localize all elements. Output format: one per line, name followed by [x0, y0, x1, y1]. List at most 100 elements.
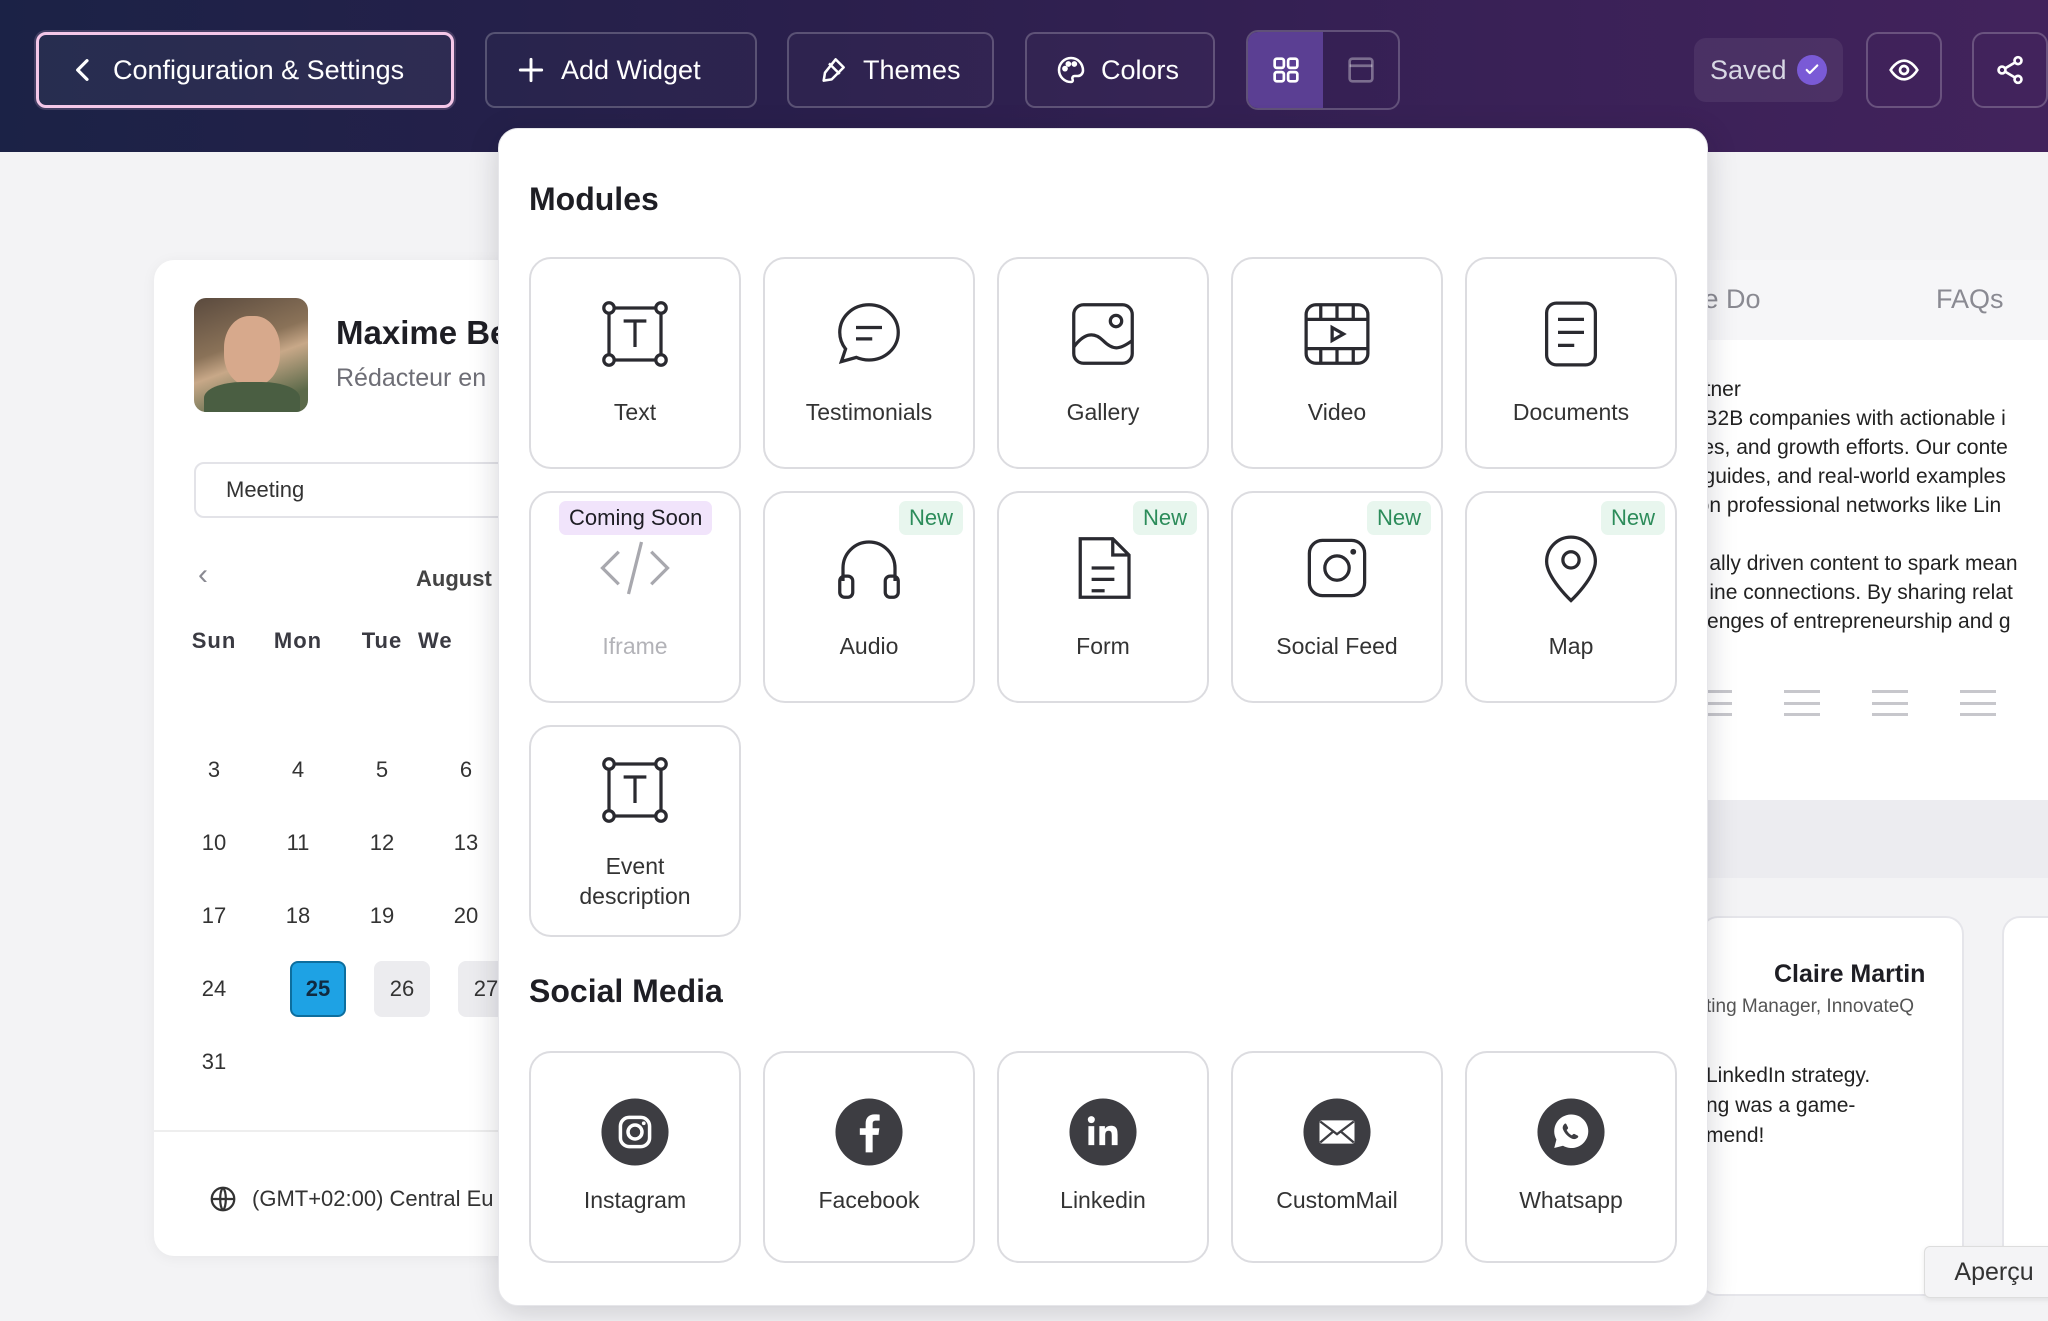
preview-button[interactable] [1866, 32, 1942, 108]
linkedin-icon [1069, 1098, 1137, 1166]
testimonial-card [2002, 916, 2048, 1296]
brush-icon [822, 58, 845, 82]
chat-bubble-icon [838, 303, 900, 365]
instagram-outline-icon [1307, 538, 1367, 598]
film-icon [1304, 303, 1370, 365]
content-line: g B2B companies with actionable i [1686, 407, 2006, 430]
align-justify-icon[interactable] [1960, 690, 1996, 716]
form-icon [1078, 537, 1131, 599]
text-box-icon [602, 757, 668, 823]
facebook-icon [835, 1098, 903, 1166]
content-line: t on professional networks like Lin [1686, 494, 2002, 517]
module-form[interactable]: New Form [997, 491, 1209, 703]
content-card: /e Do FAQs artner g B2B companies with a… [1686, 260, 2048, 800]
module-testimonials[interactable]: Testimonials [763, 257, 975, 469]
calendar-day: 20 [453, 903, 479, 928]
configuration-settings-button[interactable]: Configuration & Settings [36, 32, 454, 108]
social-label: Instagram [583, 1187, 687, 1213]
calendar-day: 4 [291, 757, 305, 782]
palette-icon [1057, 56, 1085, 84]
testimonial-name: Claire Martin [1774, 960, 1926, 988]
module-map[interactable]: New Map [1465, 491, 1677, 703]
add-widget-panel: Modules Text Testimonials Gallery Video … [498, 128, 1708, 1306]
module-label: Map [1548, 633, 1594, 659]
social-label: Facebook [818, 1187, 920, 1213]
social-media-title: Social Media [529, 973, 723, 1009]
calendar-day-available[interactable]: 26 [374, 961, 430, 1017]
content-line: nuine connections. By sharing relat [1686, 581, 2013, 604]
module-documents[interactable]: Documents [1465, 257, 1677, 469]
module-label: Documents [1512, 399, 1630, 425]
mail-icon [1303, 1098, 1371, 1166]
module-label: Video [1307, 399, 1367, 425]
plus-icon [518, 57, 544, 83]
grid-view-button[interactable] [1248, 32, 1323, 108]
eye-icon [1889, 59, 1919, 81]
profile-role: Rédacteur en [336, 364, 487, 392]
align-right-icon[interactable] [1872, 690, 1908, 716]
testimonial-quote-line: LinkedIn strategy. [1706, 1064, 1871, 1087]
layout-icon [1347, 57, 1374, 83]
social-facebook[interactable]: Facebook [763, 1051, 975, 1263]
calendar-day: 18 [285, 903, 311, 928]
saved-label: Saved [1710, 54, 1787, 85]
text-align-toolbar [1686, 690, 2048, 740]
module-audio[interactable]: New Audio [763, 491, 975, 703]
check-icon [1796, 55, 1827, 85]
saved-status: Saved [1694, 38, 1843, 102]
module-label: Audio [839, 633, 899, 659]
apercu-button[interactable]: Aperçu [1924, 1246, 2048, 1298]
timezone-label: (GMT+02:00) Central Eu [252, 1186, 494, 1211]
view-toggle [1246, 30, 1400, 110]
content-line: allenges of entrepreneurship and g [1686, 610, 2011, 633]
social-whatsapp[interactable]: Whatsapp [1465, 1051, 1677, 1263]
add-widget-button[interactable]: Add Widget [485, 32, 757, 108]
module-event-description[interactable]: Event description [529, 725, 741, 937]
weekday-wed: We [418, 628, 453, 653]
social-label: CustomMail [1276, 1187, 1398, 1213]
share-button[interactable] [1972, 32, 2048, 108]
themes-label: Themes [863, 54, 961, 85]
social-custommail[interactable]: CustomMail [1231, 1051, 1443, 1263]
calendar-day: 6 [459, 757, 473, 782]
calendar-day-selected[interactable]: 25 [290, 961, 346, 1017]
meeting-type-value: Meeting [226, 477, 305, 502]
calendar-day: 12 [369, 830, 395, 855]
calendar-day: 13 [453, 830, 479, 855]
colors-button[interactable]: Colors [1025, 32, 1215, 108]
configuration-settings-label: Configuration & Settings [113, 54, 405, 85]
module-social-feed[interactable]: New Social Feed [1231, 491, 1443, 703]
timezone-selector[interactable]: (GMT+02:00) Central Eu [208, 1184, 493, 1214]
calendar-day: 31 [201, 1049, 227, 1074]
testimonial-quote-line: mend! [1706, 1124, 1765, 1147]
previous-month-chevron-icon[interactable]: ‹ [198, 558, 208, 592]
social-label: Whatsapp [1519, 1187, 1623, 1213]
add-widget-label: Add Widget [561, 54, 701, 85]
module-label: Iframe [602, 633, 668, 659]
document-icon [1545, 301, 1597, 367]
calendar-day: 10 [201, 830, 227, 855]
module-label: Text [613, 399, 657, 425]
module-label: Social Feed [1276, 633, 1398, 659]
themes-button[interactable]: Themes [787, 32, 994, 108]
module-text[interactable]: Text [529, 257, 741, 469]
tab-faqs[interactable]: FAQs [1936, 284, 2004, 315]
code-icon [600, 541, 670, 595]
module-video[interactable]: Video [1231, 257, 1443, 469]
align-center-icon[interactable] [1784, 690, 1820, 716]
list-view-button[interactable] [1323, 32, 1398, 108]
calendar-day: 5 [375, 757, 389, 782]
module-label: Form [1076, 633, 1130, 659]
social-linkedin[interactable]: Linkedin [997, 1051, 1209, 1263]
share-icon [1997, 55, 2023, 85]
map-pin-icon [1544, 535, 1598, 603]
social-instagram[interactable]: Instagram [529, 1051, 741, 1263]
globe-icon [210, 1186, 236, 1212]
calendar-day: 11 [286, 830, 310, 855]
calendar-day: 3 [207, 757, 221, 782]
instagram-icon [601, 1098, 669, 1166]
headphones-icon [838, 540, 900, 599]
whatsapp-icon [1537, 1098, 1605, 1166]
module-gallery[interactable]: Gallery [997, 257, 1209, 469]
module-label: Gallery [1066, 399, 1140, 425]
